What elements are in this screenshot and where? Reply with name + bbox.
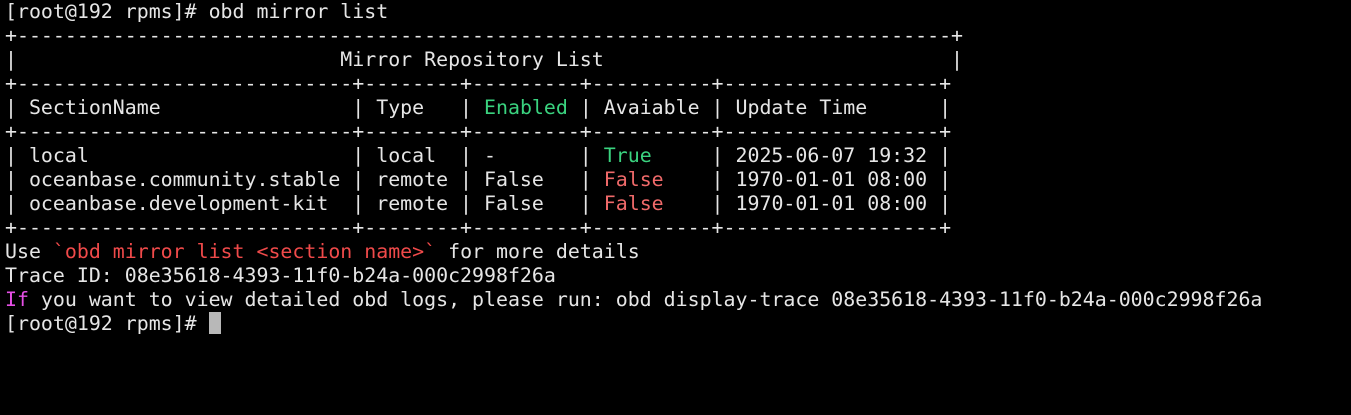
row-community-pad: | bbox=[663, 168, 736, 191]
row-local-time: 2025-06-07 19:32 | bbox=[735, 144, 952, 167]
usage-hint-line: Use `obd mirror list <section name>` for… bbox=[5, 240, 1351, 264]
usage-hint-command: `obd mirror list <section name>` bbox=[52, 240, 437, 263]
usage-hint-suffix: for more details bbox=[436, 240, 640, 263]
table-title: | Mirror Repository List | bbox=[5, 48, 964, 71]
log-hint-rest: you want to view detailed obd logs, plea… bbox=[28, 288, 1263, 311]
log-hint-line: If you want to view detailed obd logs, p… bbox=[5, 288, 1351, 312]
table-row: | local | local | - | True | 2025-06-07 … bbox=[5, 144, 1351, 168]
row-devkit-pad: | bbox=[663, 192, 736, 215]
table-header-bottom-border: +----------------------------+--------+-… bbox=[5, 120, 952, 143]
trace-id-line: Trace ID: 08e35618-4393-11f0-b24a-000c29… bbox=[5, 264, 556, 287]
table-bottom-border: +----------------------------+--------+-… bbox=[5, 216, 952, 239]
current-prompt: [root@192 rpms]# bbox=[5, 312, 197, 335]
header-section-type: | SectionName | Type | bbox=[5, 96, 485, 119]
row-devkit-time: 1970-01-01 08:00 | bbox=[735, 192, 952, 215]
current-prompt-line[interactable]: [root@192 rpms]# bbox=[5, 312, 1351, 336]
row-devkit-cells: | oceanbase.development-kit | remote | F… bbox=[5, 192, 604, 215]
cursor-block-icon bbox=[208, 312, 221, 334]
row-community-cells: | oceanbase.community.stable | remote | … bbox=[5, 168, 604, 191]
row-local-available: True bbox=[603, 144, 652, 167]
row-community-available: False bbox=[603, 168, 664, 191]
table-top-border: +---------------------------------------… bbox=[5, 24, 964, 47]
log-hint-if: If bbox=[5, 288, 29, 311]
row-local-pad: | bbox=[651, 144, 736, 167]
row-community-time: 1970-01-01 08:00 | bbox=[735, 168, 952, 191]
row-devkit-available: False bbox=[603, 192, 664, 215]
table-row: | oceanbase.community.stable | remote | … bbox=[5, 168, 1351, 192]
terminal-window[interactable]: [root@192 rpms]# obd mirror list +------… bbox=[0, 0, 1351, 415]
row-local-cells: | local | local | - | bbox=[5, 144, 604, 167]
table-header-top-border: +----------------------------+--------+-… bbox=[5, 72, 952, 95]
command-prompt-line: [root@192 rpms]# obd mirror list bbox=[5, 0, 389, 23]
header-available-update: | Avaiable | Update Time | bbox=[567, 96, 952, 119]
header-enabled: Enabled bbox=[484, 96, 568, 119]
table-header-row: | SectionName | Type | Enabled | Avaiabl… bbox=[5, 96, 1351, 120]
usage-hint-prefix: Use bbox=[5, 240, 53, 263]
table-row: | oceanbase.development-kit | remote | F… bbox=[5, 192, 1351, 216]
